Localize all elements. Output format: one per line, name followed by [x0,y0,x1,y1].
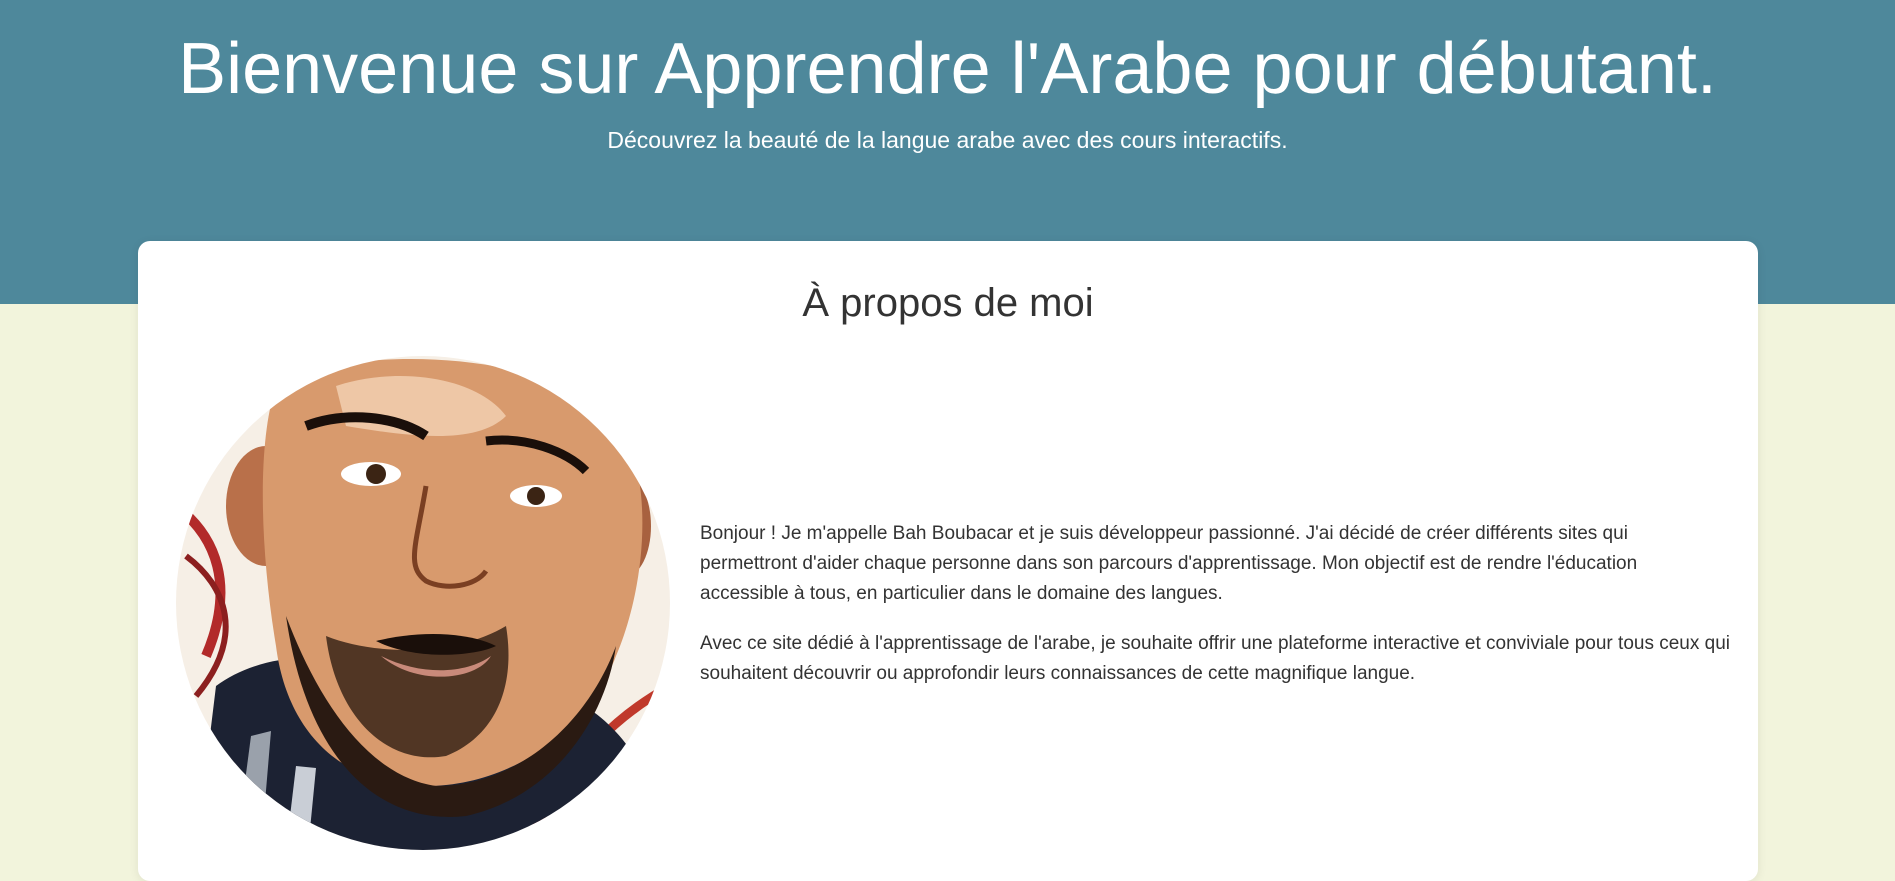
bio-text: Bonjour ! Je m'appelle Bah Boubacar et j… [700,519,1730,709]
page-subtitle: Découvrez la beauté de la langue arabe a… [607,127,1288,153]
bio-paragraph-1: Bonjour ! Je m'appelle Bah Boubacar et j… [700,523,1638,604]
page-title: Bienvenue sur Apprendre l'Arabe pour déb… [178,29,1717,109]
about-heading: À propos de moi [802,281,1094,325]
bio-paragraph-2: Avec ce site dédié à l'apprentissage de … [700,633,1730,684]
portrait-illustration-icon [176,356,670,850]
avatar [176,356,670,850]
about-card: À propos de moi Bonjour ! Je m'appelle B… [138,241,1758,881]
